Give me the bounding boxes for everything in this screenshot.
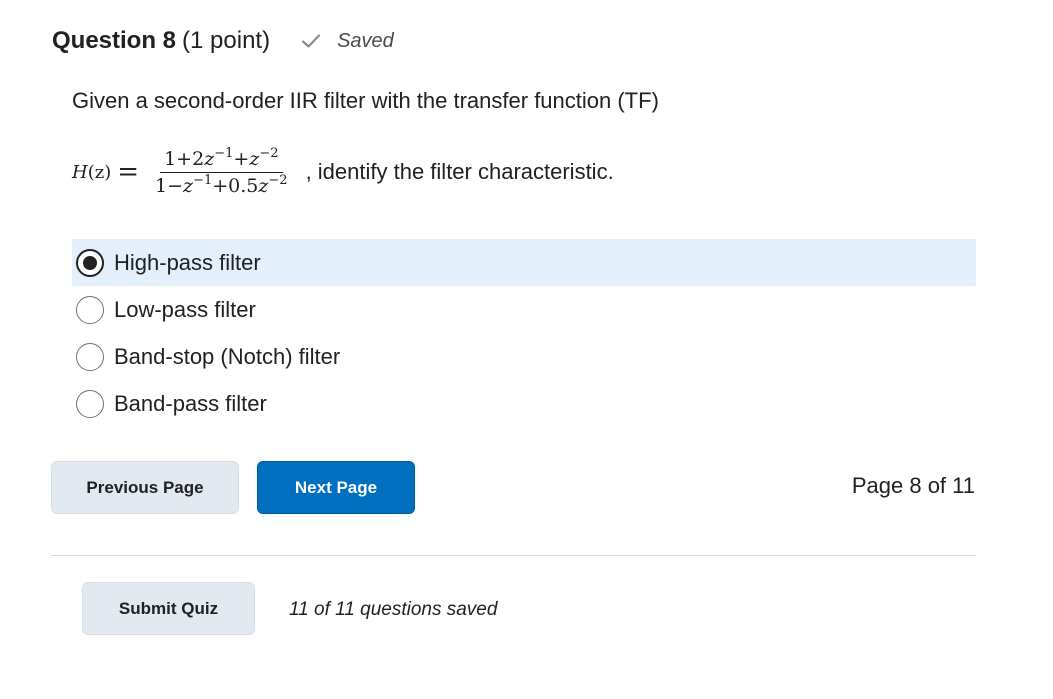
radio-button[interactable]	[76, 389, 104, 418]
transfer-function-formula: H(z) = 1+2z−1+z−2 1−z−1+0.5z−2 , identif…	[72, 140, 614, 204]
radio-button[interactable]	[76, 295, 104, 324]
page-indicator: Page 8 of 11	[851, 473, 975, 498]
formula-numerator: 1+2z−1+z−2	[160, 147, 283, 173]
option-label[interactable]: Band-stop (Notch) filter	[114, 344, 340, 370]
submit-quiz-button[interactable]: Submit Quiz	[82, 582, 255, 635]
formula-fraction: 1+2z−1+z−2 1−z−1+0.5z−2	[151, 147, 292, 197]
checkmark-icon	[300, 30, 322, 52]
question-prompt: Given a second-order IIR filter with the…	[72, 88, 659, 113]
saved-status-label: Saved	[337, 29, 394, 52]
radio-button[interactable]	[76, 342, 104, 371]
option-label[interactable]: Low-pass filter	[114, 297, 256, 323]
radio-button-checked[interactable]	[76, 248, 104, 277]
formula-denominator: 1−z−1+0.5z−2	[155, 172, 288, 197]
option-high-pass[interactable]: High-pass filter	[72, 239, 976, 286]
questions-saved-status: 11 of 11 questions saved	[289, 599, 498, 620]
previous-page-button[interactable]: Previous Page	[51, 461, 239, 514]
radio-dot	[83, 255, 97, 270]
formula-equals: =	[117, 157, 140, 187]
formula-lhs: H(z)	[72, 161, 112, 183]
option-band-pass[interactable]: Band-pass filter	[72, 380, 976, 427]
question-prompt-suffix: , identify the filter characteristic.	[305, 159, 614, 184]
option-low-pass[interactable]: Low-pass filter	[72, 286, 976, 333]
question-points: (1 point)	[182, 27, 271, 54]
question-header: Question 8 (1 point) Saved	[52, 24, 394, 58]
answer-options: High-pass filter Low-pass filter Band-st…	[72, 239, 976, 427]
next-page-button[interactable]: Next Page	[257, 461, 415, 514]
question-title: Question 8	[52, 27, 177, 54]
divider	[51, 555, 976, 556]
option-label[interactable]: High-pass filter	[114, 250, 261, 276]
option-band-stop[interactable]: Band-stop (Notch) filter	[72, 333, 976, 380]
option-label[interactable]: Band-pass filter	[114, 391, 267, 417]
